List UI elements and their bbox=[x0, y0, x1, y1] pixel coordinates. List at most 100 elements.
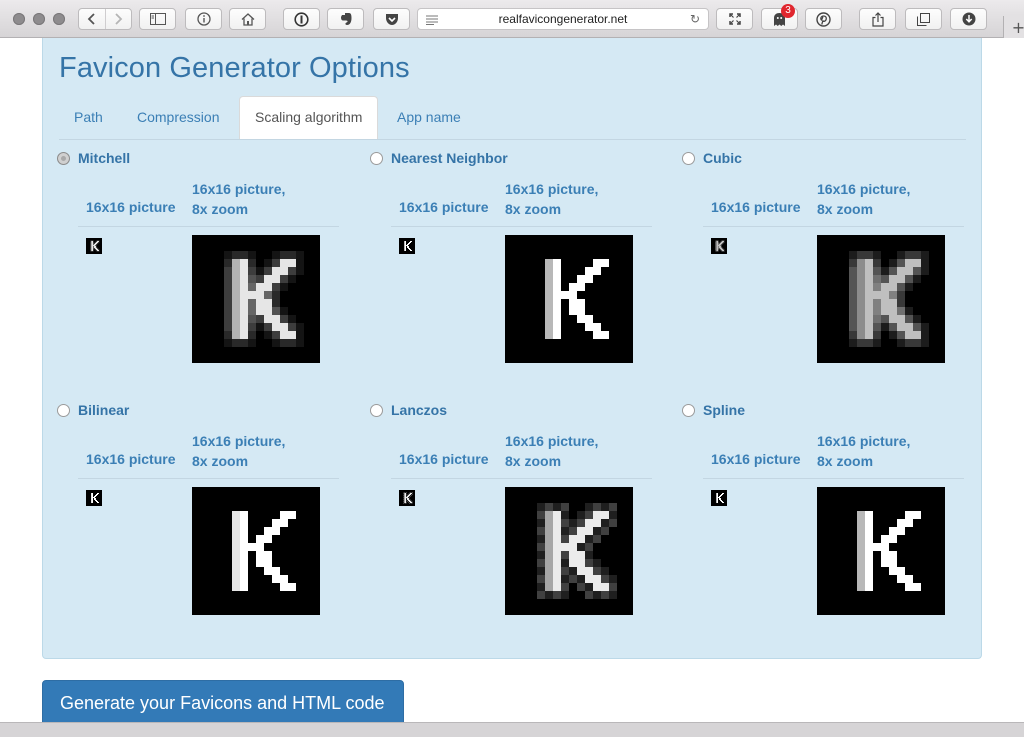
option-label-bilinear[interactable]: Bilinear bbox=[78, 402, 129, 418]
pinterest-icon bbox=[816, 11, 831, 27]
close-window-button[interactable] bbox=[13, 13, 25, 25]
zoom-header-line1: 16x16 picture, bbox=[505, 433, 599, 449]
page-title: Favicon Generator Options bbox=[59, 52, 410, 84]
header-divider bbox=[391, 226, 652, 227]
forward-button[interactable] bbox=[104, 9, 132, 29]
options-tabs: Path Compression Scaling algorithm App n… bbox=[59, 96, 966, 140]
new-tab-button[interactable]: + bbox=[1003, 16, 1024, 38]
reader-view-icon[interactable] bbox=[426, 14, 438, 28]
sidebar-button[interactable] bbox=[139, 8, 176, 30]
pinterest-button[interactable] bbox=[805, 8, 842, 30]
k-glyph-small-icon bbox=[399, 238, 415, 254]
password-manager-button[interactable] bbox=[283, 8, 320, 30]
radio-lanczos[interactable] bbox=[370, 404, 383, 417]
zoom-header-line1: 16x16 picture, bbox=[817, 433, 911, 449]
share-button[interactable] bbox=[859, 8, 896, 30]
zoom-header-line2: 8x zoom bbox=[817, 201, 874, 217]
info-button[interactable] bbox=[185, 8, 222, 30]
k-glyph-small-icon bbox=[399, 490, 415, 506]
tabs-overview-button[interactable] bbox=[905, 8, 942, 30]
option-label-mitchell[interactable]: Mitchell bbox=[78, 150, 130, 166]
radio-bilinear[interactable] bbox=[57, 404, 70, 417]
scaling-option-cubic: Cubic 16x16 picture, 8x zoom 16x16 picture bbox=[682, 150, 968, 382]
favicon-preview-zoom bbox=[192, 235, 320, 363]
scaling-option-mitchell: Mitchell 16x16 picture, 8x zoom 16x16 pictu… bbox=[57, 150, 343, 382]
back-button[interactable] bbox=[79, 9, 105, 29]
scaling-option-lanczos: Lanczos 16x16 picture, 8x zoom 16x16 pictur… bbox=[370, 402, 656, 634]
k-glyph-small-icon bbox=[86, 238, 102, 254]
favicon-preview-zoom bbox=[817, 235, 945, 363]
zoom-header-line1: 16x16 picture, bbox=[192, 433, 286, 449]
header-divider bbox=[703, 478, 964, 479]
window-bottom-bar bbox=[0, 722, 1024, 737]
evernote-icon bbox=[340, 13, 351, 25]
zoom-preview-header: 16x16 picture, 8x zoom bbox=[192, 431, 312, 471]
downloads-button[interactable] bbox=[950, 8, 987, 30]
option-label-nearest-neighbor[interactable]: Nearest Neighbor bbox=[391, 150, 508, 166]
favicon-preview-zoom bbox=[192, 487, 320, 615]
zoom-header-line2: 8x zoom bbox=[505, 201, 562, 217]
tab-path[interactable]: Path bbox=[59, 96, 118, 138]
favicon-options-panel: Favicon Generator Options Path Compressi… bbox=[42, 38, 982, 659]
browser-toolbar: realfavicongenerator.net ↻ 3 + bbox=[0, 0, 1024, 38]
zoom-preview-header: 16x16 picture, 8x zoom bbox=[817, 431, 937, 471]
favicon-preview-16 bbox=[399, 490, 415, 506]
k-glyph-small-icon bbox=[86, 490, 102, 506]
generate-favicons-button[interactable]: Generate your Favicons and HTML code bbox=[42, 680, 404, 728]
home-icon bbox=[241, 12, 254, 26]
option-label-lanczos[interactable]: Lanczos bbox=[391, 402, 447, 418]
tab-compression[interactable]: Compression bbox=[122, 96, 234, 138]
k-glyph-zoom-icon bbox=[817, 487, 945, 615]
favicon-preview-zoom bbox=[505, 235, 633, 363]
url-text: realfavicongenerator.net bbox=[498, 12, 628, 26]
evernote-button[interactable] bbox=[327, 8, 364, 30]
zoom-header-line2: 8x zoom bbox=[192, 201, 249, 217]
radio-mitchell[interactable] bbox=[57, 152, 70, 165]
chevron-right-icon bbox=[115, 13, 123, 25]
small-preview-header: 16x16 picture bbox=[86, 199, 176, 215]
favicon-preview-zoom bbox=[817, 487, 945, 615]
history-navigation bbox=[78, 8, 132, 30]
pocket-icon bbox=[385, 13, 398, 25]
k-glyph-zoom-icon bbox=[817, 235, 945, 363]
k-glyph-zoom-icon bbox=[505, 487, 633, 615]
zoom-header-line2: 8x zoom bbox=[817, 453, 874, 469]
small-preview-header: 16x16 picture bbox=[711, 199, 801, 215]
zoom-header-line2: 8x zoom bbox=[192, 453, 249, 469]
radio-cubic[interactable] bbox=[682, 152, 695, 165]
chevron-left-icon bbox=[87, 13, 95, 25]
option-label-cubic[interactable]: Cubic bbox=[703, 150, 742, 166]
expand-icon bbox=[728, 13, 741, 25]
scaling-option-nearest-neighbor: Nearest Neighbor 16x16 picture, 8x zoom 16x… bbox=[370, 150, 656, 382]
fullscreen-button[interactable] bbox=[716, 8, 753, 30]
address-bar[interactable]: realfavicongenerator.net ↻ bbox=[417, 8, 709, 30]
small-preview-header: 16x16 picture bbox=[711, 451, 801, 467]
header-divider bbox=[78, 478, 339, 479]
radio-spline[interactable] bbox=[682, 404, 695, 417]
zoom-window-button[interactable] bbox=[53, 13, 65, 25]
zoom-preview-header: 16x16 picture, 8x zoom bbox=[505, 431, 625, 471]
zoom-header-line1: 16x16 picture, bbox=[505, 181, 599, 197]
k-glyph-zoom-icon bbox=[192, 487, 320, 615]
radio-nearest-neighbor[interactable] bbox=[370, 152, 383, 165]
tab-app-name[interactable]: App name bbox=[382, 96, 476, 138]
favicon-preview-16 bbox=[399, 238, 415, 254]
favicon-preview-16 bbox=[711, 238, 727, 254]
favicon-preview-16 bbox=[86, 238, 102, 254]
minimize-window-button[interactable] bbox=[33, 13, 45, 25]
pocket-button[interactable] bbox=[373, 8, 410, 30]
zoom-header-line2: 8x zoom bbox=[505, 453, 562, 469]
small-preview-header: 16x16 picture bbox=[86, 451, 176, 467]
small-preview-header: 16x16 picture bbox=[399, 451, 489, 467]
ghostery-button[interactable]: 3 bbox=[761, 4, 798, 30]
favicon-preview-zoom bbox=[505, 487, 633, 615]
option-label-spline[interactable]: Spline bbox=[703, 402, 745, 418]
scaling-option-spline: Spline 16x16 picture, 8x zoom 16x16 picture bbox=[682, 402, 968, 634]
home-button[interactable] bbox=[229, 8, 266, 30]
sidebar-icon bbox=[149, 13, 166, 25]
tab-scaling-algorithm[interactable]: Scaling algorithm bbox=[239, 96, 379, 139]
zoom-preview-header: 16x16 picture, 8x zoom bbox=[505, 179, 625, 219]
reload-icon[interactable]: ↻ bbox=[690, 12, 700, 26]
download-icon bbox=[962, 12, 975, 26]
share-icon bbox=[871, 11, 884, 27]
